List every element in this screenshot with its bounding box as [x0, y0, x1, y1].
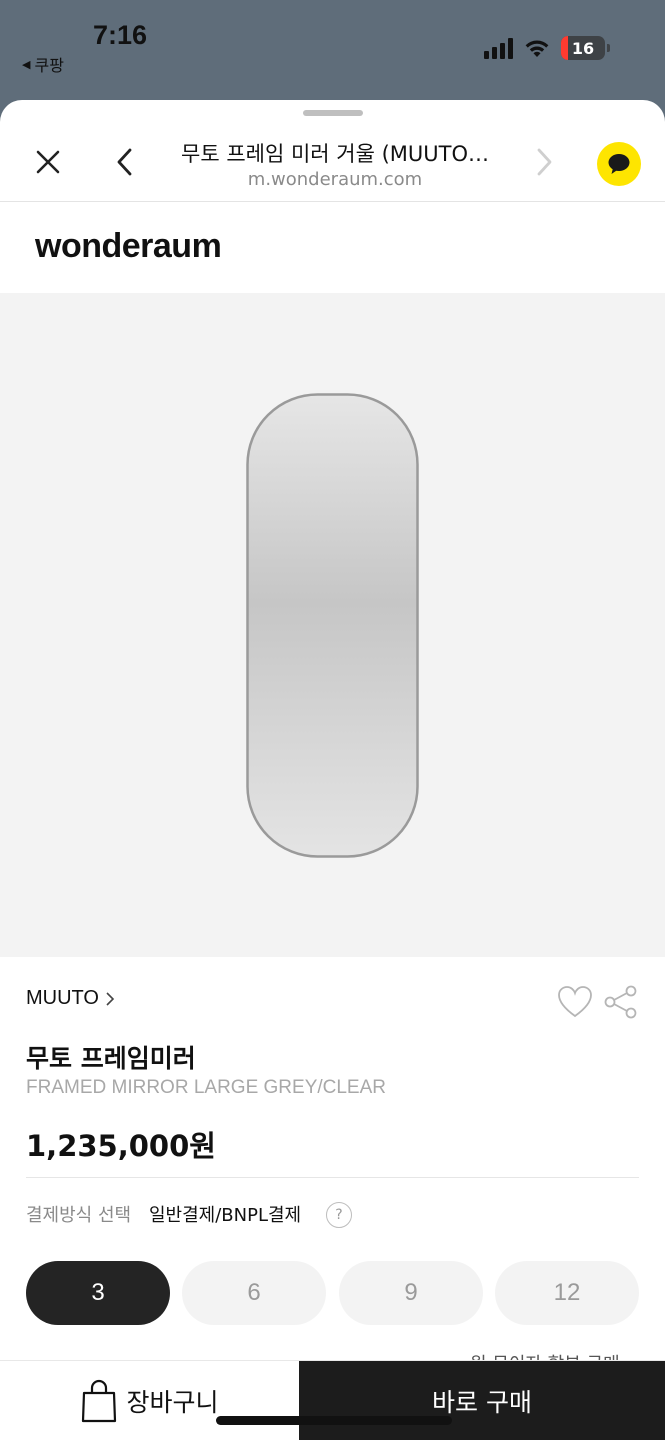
status-bar: 7:16 ◀ 쿠팡 16: [0, 0, 665, 100]
home-indicator[interactable]: [216, 1416, 452, 1425]
battery-icon: 16: [561, 36, 605, 60]
page-title: 무토 프레임 미러 거울 (MUUTO…: [181, 142, 489, 166]
back-to-app-link[interactable]: ◀ 쿠팡: [22, 52, 64, 76]
payment-method-value[interactable]: 일반결제/BNPL결제: [149, 1201, 301, 1227]
divider: [26, 1177, 639, 1178]
cart-button[interactable]: 장바구니: [0, 1361, 299, 1440]
battery-level: 16: [571, 38, 595, 58]
browser-nav-bar: 무토 프레임 미러 거울 (MUUTO… m.wonderaum.com: [0, 120, 665, 202]
back-chevron-icon[interactable]: [107, 144, 143, 180]
installment-option-6[interactable]: 6: [182, 1261, 326, 1325]
cart-label: 장바구니: [126, 1388, 219, 1417]
brand-name: MUUTO: [26, 987, 99, 1009]
chevron-right-icon: [106, 991, 115, 1006]
sheet-grabber-handle[interactable]: [303, 110, 363, 116]
battery-cap: [607, 44, 610, 52]
in-app-browser-sheet: 무토 프레임 미러 거울 (MUUTO… m.wonderaum.com won…: [0, 100, 665, 1440]
speech-bubble-icon: [608, 154, 630, 174]
close-icon[interactable]: [30, 144, 66, 180]
cellular-signal-icon: [484, 37, 513, 59]
product-subtitle: FRAMED MIRROR LARGE GREY/CLEAR: [26, 1077, 386, 1098]
kakao-chat-button[interactable]: [597, 142, 641, 186]
product-price: 1,235,000원: [26, 1129, 216, 1163]
status-icons: 16: [484, 36, 610, 60]
shopping-bag-icon: [82, 1379, 117, 1423]
page-url: m.wonderaum.com: [247, 169, 423, 190]
heart-icon[interactable]: [557, 985, 593, 1019]
brand-link[interactable]: MUUTO: [26, 987, 115, 1010]
product-image[interactable]: [0, 293, 665, 957]
site-header: wonderaum: [0, 203, 665, 293]
payment-method-label: 결제방식 선택: [26, 1205, 132, 1226]
back-app-label: 쿠팡: [34, 56, 64, 75]
wifi-icon: [525, 40, 549, 57]
bottom-action-bar: 장바구니 바로 구매: [0, 1360, 665, 1440]
mirror-image: [246, 393, 419, 858]
share-icon[interactable]: [603, 985, 639, 1019]
help-icon[interactable]: ?: [326, 1202, 352, 1228]
product-name: 무토 프레임미러: [26, 1044, 196, 1073]
installment-option-9[interactable]: 9: [339, 1261, 483, 1325]
forward-chevron-icon[interactable]: [526, 144, 562, 180]
buy-now-label: 바로 구매: [432, 1388, 532, 1417]
installment-options: 3 6 9 12: [26, 1261, 639, 1325]
buy-now-button[interactable]: 바로 구매: [299, 1361, 665, 1440]
installment-option-12[interactable]: 12: [495, 1261, 639, 1325]
installment-option-3[interactable]: 3: [26, 1261, 170, 1325]
status-time: 7:16: [93, 20, 148, 50]
back-triangle-icon: ◀: [22, 57, 31, 71]
wonderaum-logo[interactable]: wonderaum: [35, 227, 222, 266]
